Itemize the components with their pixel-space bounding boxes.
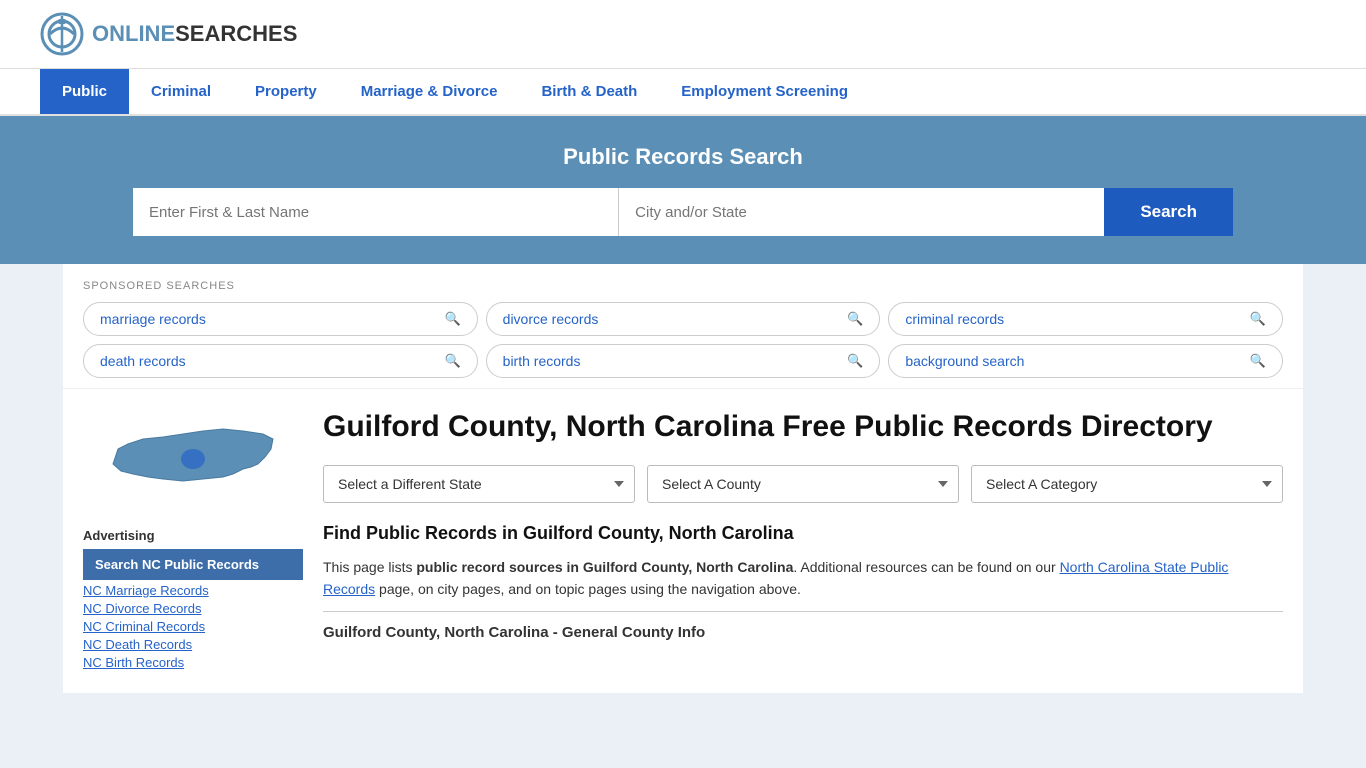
sponsored-tag-background[interactable]: background search 🔍	[888, 344, 1283, 378]
search-button[interactable]: Search	[1104, 188, 1233, 236]
nav-birth-death[interactable]: Birth & Death	[519, 69, 659, 114]
nav-employment[interactable]: Employment Screening	[659, 69, 870, 114]
sponsored-section: SPONSORED SEARCHES marriage records 🔍 di…	[63, 264, 1303, 389]
site-header: ONLINESEARCHES	[0, 0, 1366, 69]
sponsored-tag-birth[interactable]: birth records 🔍	[486, 344, 881, 378]
name-input[interactable]	[133, 188, 619, 236]
sidebar-featured-link[interactable]: Search NC Public Records	[83, 549, 303, 580]
search-icon: 🔍	[1250, 353, 1266, 369]
search-icon: 🔍	[444, 311, 460, 327]
search-form: Search	[133, 188, 1233, 236]
search-icon: 🔍	[1250, 311, 1266, 327]
logo-text: ONLINESEARCHES	[92, 21, 297, 47]
advertising-label: Advertising	[83, 528, 303, 543]
sidebar-link-divorce[interactable]: NC Divorce Records	[83, 601, 303, 616]
search-banner-title: Public Records Search	[40, 144, 1326, 170]
search-banner: Public Records Search Search	[0, 116, 1366, 264]
sponsored-tag-divorce[interactable]: divorce records 🔍	[486, 302, 881, 336]
logo[interactable]: ONLINESEARCHES	[40, 12, 297, 56]
search-icon: 🔍	[847, 353, 863, 369]
nav-criminal[interactable]: Criminal	[129, 69, 233, 114]
search-icon: 🔍	[444, 353, 460, 369]
sidebar-link-death[interactable]: NC Death Records	[83, 637, 303, 652]
nc-state-map	[103, 409, 283, 509]
main-content: Guilford County, North Carolina Free Pub…	[323, 409, 1283, 673]
sponsored-tag-marriage[interactable]: marriage records 🔍	[83, 302, 478, 336]
find-description: This page lists public record sources in…	[323, 556, 1283, 601]
sponsored-label: SPONSORED SEARCHES	[83, 280, 1283, 292]
category-dropdown[interactable]: Select A Category	[971, 465, 1283, 503]
sidebar-link-criminal[interactable]: NC Criminal Records	[83, 619, 303, 634]
nav-public[interactable]: Public	[40, 69, 129, 114]
content-area: Advertising Search NC Public Records NC …	[63, 389, 1303, 693]
location-input[interactable]	[619, 188, 1104, 236]
county-info-title: Guilford County, North Carolina - Genera…	[323, 611, 1283, 641]
nav-property[interactable]: Property	[233, 69, 339, 114]
sponsored-grid: marriage records 🔍 divorce records 🔍 cri…	[83, 302, 1283, 378]
page-title: Guilford County, North Carolina Free Pub…	[323, 409, 1283, 445]
state-map-container	[83, 409, 303, 512]
find-title: Find Public Records in Guilford County, …	[323, 523, 1283, 544]
state-dropdown[interactable]: Select a Different State	[323, 465, 635, 503]
search-icon: 🔍	[847, 311, 863, 327]
logo-icon	[40, 12, 84, 56]
sidebar: Advertising Search NC Public Records NC …	[83, 409, 303, 673]
sponsored-tag-criminal[interactable]: criminal records 🔍	[888, 302, 1283, 336]
sponsored-tag-death[interactable]: death records 🔍	[83, 344, 478, 378]
main-nav: Public Criminal Property Marriage & Divo…	[0, 69, 1366, 116]
dropdowns-row: Select a Different State Select A County…	[323, 465, 1283, 503]
nav-marriage-divorce[interactable]: Marriage & Divorce	[339, 69, 520, 114]
county-dropdown[interactable]: Select A County	[647, 465, 959, 503]
sidebar-link-marriage[interactable]: NC Marriage Records	[83, 583, 303, 598]
sidebar-link-birth[interactable]: NC Birth Records	[83, 655, 303, 670]
